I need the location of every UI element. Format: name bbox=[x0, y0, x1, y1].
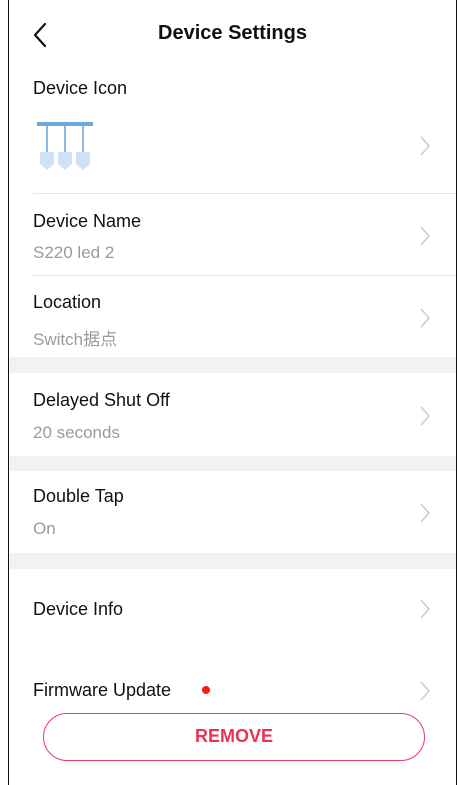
chevron-right-icon bbox=[420, 226, 430, 246]
device-icon-label: Device Icon bbox=[33, 78, 128, 98]
chevron-right-icon bbox=[420, 599, 430, 619]
section-separator bbox=[9, 357, 456, 373]
double-tap-row[interactable]: Double Tap On bbox=[9, 471, 456, 553]
firmware-update-label: Firmware Update bbox=[33, 680, 172, 700]
delayed-shut-off-row[interactable]: Delayed Shut Off 20 seconds bbox=[9, 373, 456, 456]
device-info-label: Device Info bbox=[33, 599, 124, 619]
location-label: Location bbox=[33, 292, 102, 312]
device-settings-screen: Device Settings Device Icon Device Name … bbox=[9, 0, 456, 785]
update-available-dot bbox=[202, 686, 210, 694]
device-icon-row[interactable]: Device Icon bbox=[9, 66, 456, 194]
chevron-right-icon bbox=[420, 503, 430, 523]
page-title: Device Settings bbox=[158, 22, 307, 44]
pendant-lights-icon bbox=[37, 122, 93, 170]
delayed-shut-off-label: Delayed Shut Off bbox=[33, 390, 170, 410]
section-separator bbox=[9, 456, 456, 471]
firmware-update-row[interactable]: Firmware Update bbox=[9, 651, 456, 711]
location-value: Switch据点 bbox=[33, 330, 118, 349]
double-tap-value: On bbox=[33, 519, 56, 538]
delayed-shut-off-value: 20 seconds bbox=[33, 423, 120, 442]
remove-button[interactable]: REMOVE bbox=[43, 713, 425, 761]
location-row[interactable]: Location Switch据点 bbox=[9, 276, 456, 357]
device-info-row[interactable]: Device Info bbox=[9, 569, 456, 651]
chevron-right-icon bbox=[420, 406, 430, 426]
device-name-label: Device Name bbox=[33, 211, 142, 231]
chevron-right-icon bbox=[420, 136, 430, 156]
header: Device Settings bbox=[9, 0, 456, 66]
device-name-row[interactable]: Device Name S220 led 2 bbox=[9, 194, 456, 276]
chevron-right-icon bbox=[420, 681, 430, 701]
device-name-value: S220 led 2 bbox=[33, 243, 115, 262]
double-tap-label: Double Tap bbox=[33, 486, 124, 506]
section-separator bbox=[9, 553, 456, 569]
chevron-right-icon bbox=[420, 308, 430, 328]
